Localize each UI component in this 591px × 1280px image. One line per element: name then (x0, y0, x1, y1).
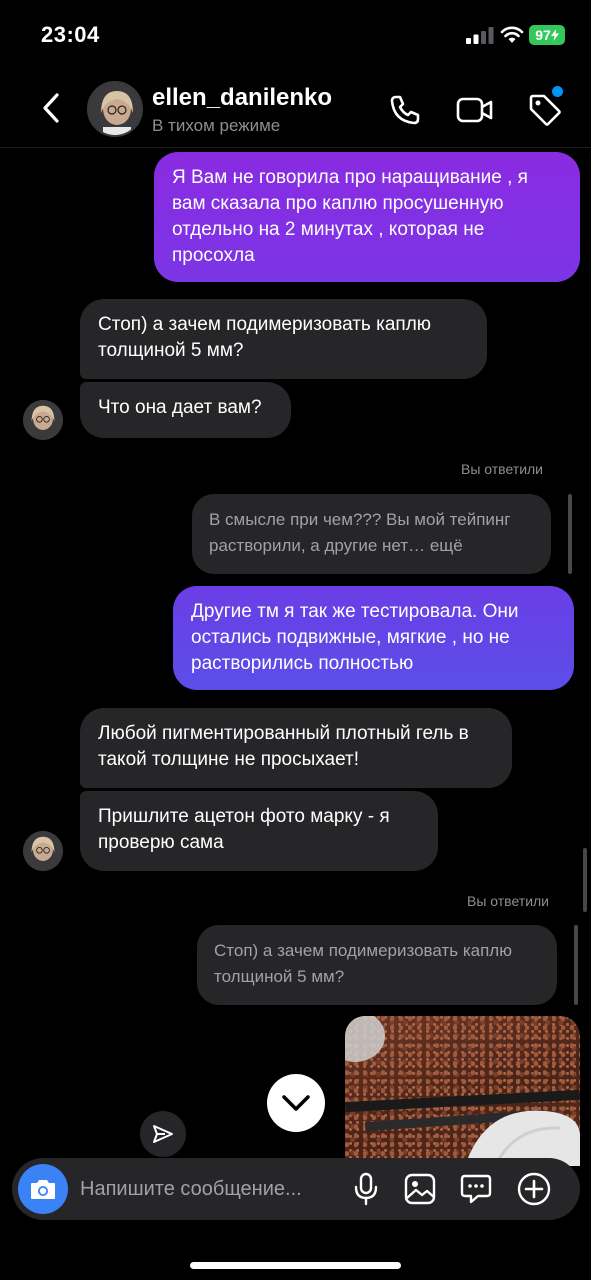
more-actions-button[interactable] (514, 1169, 554, 1209)
camera-button[interactable] (18, 1164, 68, 1214)
reply-label: Вы ответили (467, 893, 550, 909)
phone-icon (390, 95, 420, 125)
charging-bolt-icon (550, 29, 559, 41)
message-text: Пришлите ацетон фото марку - я проверю с… (98, 806, 390, 853)
chat-bubble-icon (460, 1174, 492, 1204)
back-button[interactable] (34, 88, 68, 128)
message-text: Стоп) а зачем подимеризовать каплю толщи… (98, 314, 432, 361)
outgoing-message[interactable]: Другие тм я так же тестировала. Они оста… (173, 586, 574, 690)
share-button[interactable] (140, 1111, 186, 1157)
chat-status: В тихом режиме (152, 116, 281, 135)
chat-header: ellen_danilenko В тихом режиме (0, 70, 591, 148)
message-text: Другие тм я так же тестировала. Они оста… (191, 601, 519, 674)
voice-call-button[interactable] (385, 90, 425, 130)
voice-message-button[interactable] (346, 1169, 386, 1209)
reply-quote-text: Стоп) а зачем подимеризовать каплю толщи… (214, 941, 512, 986)
sender-avatar[interactable] (23, 831, 63, 871)
gallery-button[interactable] (400, 1169, 440, 1209)
incoming-message[interactable]: Стоп) а зачем подимеризовать каплю толщи… (80, 299, 487, 379)
scrollbar[interactable] (583, 848, 587, 912)
message-input[interactable] (80, 1175, 330, 1203)
image-icon (404, 1173, 436, 1205)
profile-photo (89, 83, 141, 135)
photo-message[interactable] (345, 1016, 580, 1166)
battery-indicator: 97 (529, 25, 565, 45)
reply-indicator-bar (568, 494, 572, 574)
avatar[interactable] (87, 81, 143, 137)
tag-icon (529, 94, 561, 126)
message-text: Что она дает вам? (98, 397, 262, 418)
scroll-to-bottom-button[interactable] (267, 1074, 325, 1132)
reply-indicator-bar (574, 925, 578, 1005)
chevron-down-icon (282, 1095, 310, 1111)
message-text: Любой пигментированный плотный гель в та… (98, 723, 469, 770)
sender-avatar[interactable] (23, 400, 63, 440)
message-text: Я Вам не говорила про наращивание , я ва… (172, 167, 528, 266)
video-camera-icon (456, 97, 493, 123)
incoming-message[interactable]: Любой пигментированный плотный гель в та… (80, 708, 512, 788)
incoming-message[interactable]: Пришлите ацетон фото марку - я проверю с… (80, 791, 438, 871)
reply-label: Вы ответили (461, 461, 544, 477)
plus-circle-icon (517, 1172, 551, 1206)
send-icon (153, 1125, 173, 1143)
home-indicator[interactable] (190, 1262, 401, 1269)
video-call-button[interactable] (455, 90, 495, 130)
incoming-message[interactable]: Что она дает вам? (80, 382, 291, 438)
tag-button[interactable] (525, 86, 565, 130)
status-time: 23:04 (41, 22, 100, 47)
sender-photo (23, 831, 63, 871)
reply-quote[interactable]: Стоп) а зачем подимеризовать каплю толщи… (197, 925, 557, 1005)
photo-content (345, 1016, 580, 1166)
sticker-button[interactable] (456, 1169, 496, 1209)
notification-dot (552, 86, 563, 97)
reply-quote-text: В смысле при чем??? Вы мой тейпинг раств… (209, 510, 511, 555)
microphone-icon (354, 1172, 378, 1206)
reply-quote[interactable]: В смысле при чем??? Вы мой тейпинг раств… (192, 494, 551, 574)
message-composer (12, 1158, 580, 1220)
outgoing-message[interactable]: Я Вам не говорила про наращивание , я ва… (154, 152, 580, 282)
chat-username[interactable]: ellen_danilenko (152, 84, 332, 112)
sender-photo (23, 400, 63, 440)
battery-level: 97 (535, 27, 551, 43)
chevron-left-icon (43, 93, 59, 123)
wifi-icon (500, 26, 524, 43)
status-bar: 23:04 97 (0, 0, 591, 70)
camera-icon (31, 1180, 55, 1199)
cellular-signal-icon (466, 27, 494, 44)
